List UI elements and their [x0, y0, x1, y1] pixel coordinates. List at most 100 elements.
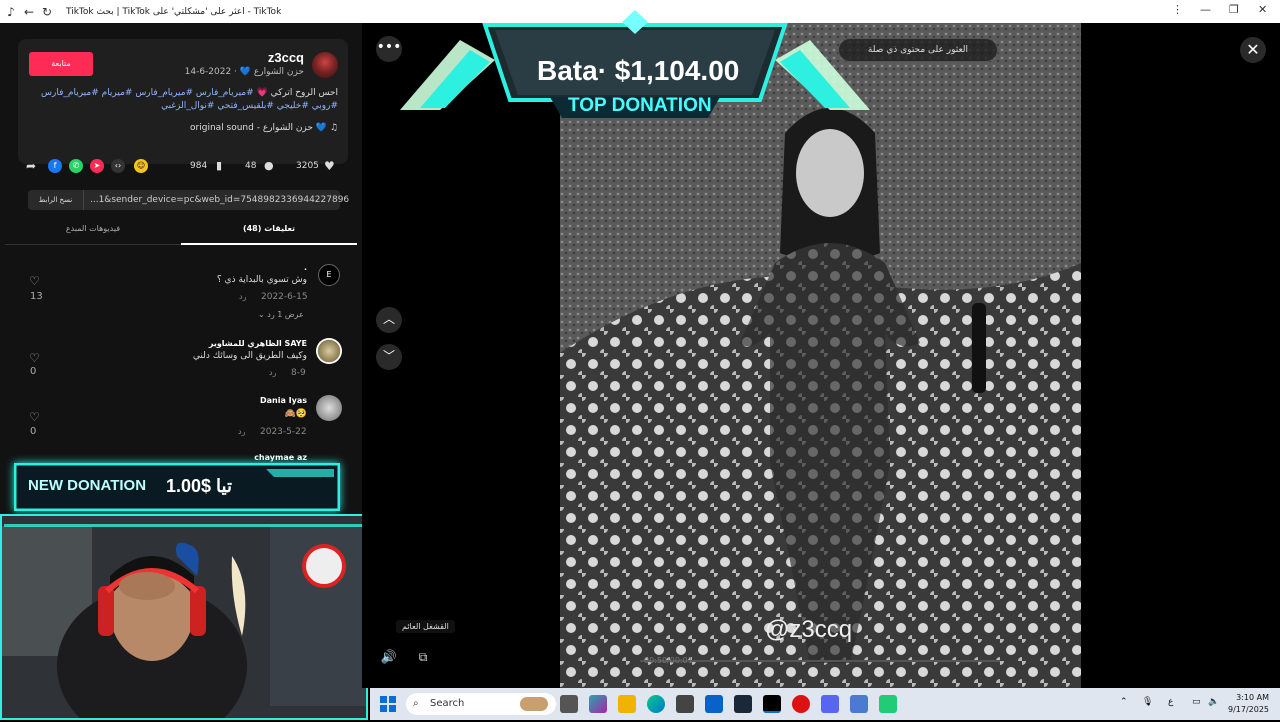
reload-icon[interactable]: ↻ [38, 5, 56, 19]
opera-icon[interactable] [792, 695, 810, 713]
send-icon[interactable]: ➤ [90, 159, 104, 173]
task-view-icon[interactable] [560, 695, 578, 713]
comment-item: Dania Iyas 🙈🥺 2023-5-22 رد ♡ 0 [0, 395, 362, 450]
share-url[interactable]: ...1&sender_device=pc&web_id=75489823369… [90, 190, 349, 210]
author-username[interactable]: z3ccq [268, 50, 304, 65]
new-donation-overlay: NEW DONATION 1.00$ تيا [14, 463, 340, 511]
whatsapp-icon[interactable]: ✆ [69, 159, 83, 173]
tiktok-taskbar-icon[interactable] [763, 695, 781, 713]
minimize-icon[interactable]: — [1200, 3, 1211, 16]
view-replies-label: عرض 1 رد [267, 310, 304, 319]
streamer-webcam [0, 514, 368, 722]
embed-icon[interactable]: ‹› [111, 159, 125, 173]
music-text: original sound - حزن الشوارع 💙 [190, 123, 328, 133]
comment-like-icon[interactable]: ♡ [29, 351, 40, 365]
commenter-avatar[interactable] [316, 395, 342, 421]
video-watermark: @z3ccq [765, 616, 853, 643]
reply-link[interactable]: رد [238, 427, 245, 436]
comment-count: 48 [245, 161, 257, 171]
bookmark-icon[interactable]: ▮ [216, 157, 222, 175]
comment-text: وش تسوي بالبداية ذي ؟ [216, 275, 307, 285]
comment-date: 8-9 [291, 368, 306, 378]
speaker-icon[interactable]: 🔈 [1208, 697, 1219, 707]
taskbar-clock[interactable]: 3:10 AM 9/17/2025 [1228, 692, 1269, 716]
related-content-button[interactable]: العثور على محتوى ذي صلة [838, 38, 998, 62]
microphone-icon[interactable]: 🎙 [1142, 697, 1153, 707]
edge-icon[interactable] [647, 695, 665, 713]
new-donation-amount: 1.00$ تيا [166, 476, 232, 496]
share-arrow-icon[interactable]: ➦ [26, 157, 36, 175]
next-video-icon[interactable]: ﹀ [376, 344, 402, 370]
floating-player-tooltip: القشغل العائم [396, 620, 455, 633]
comment-like-count: 0 [30, 366, 37, 377]
copy-link-button[interactable]: نسخ الرابط [28, 190, 84, 210]
comment-like-icon[interactable]: ♡ [29, 274, 40, 288]
comment-icon[interactable]: ● [264, 157, 274, 175]
save-count: 984 [190, 161, 208, 171]
comment-text: 🙈🥺 [284, 409, 307, 419]
window-close-icon[interactable]: ✕ [1258, 3, 1267, 16]
like-heart-icon[interactable]: ♥ [324, 157, 335, 175]
taskbar-search-label: Search [430, 698, 465, 709]
comment-like-icon[interactable]: ♡ [29, 410, 40, 424]
post-info-card: متابعة z3ccq حزن الشوارع 💙 · 2022-6-14 ا… [18, 39, 348, 164]
more-options-icon[interactable]: ⋮ [1172, 3, 1183, 16]
action-bar: ➦ f ✆ ➤ ‹› ☺ 984 ▮ 48 ● 3205 ♥ [26, 157, 342, 177]
windows-start-icon[interactable] [380, 696, 396, 712]
language-indicator[interactable]: ع [1168, 697, 1173, 707]
comment-username[interactable]: chaymae az [254, 453, 307, 462]
network-icon[interactable]: ▭ [1192, 697, 1201, 707]
top-donation-overlay: Bata· $1,104.00 TOP DONATION [400, 0, 870, 118]
comment-date: 2023-5-22 [260, 427, 307, 437]
copilot-icon[interactable] [589, 695, 607, 713]
like-count: 3205 [296, 161, 319, 171]
shield-icon[interactable] [850, 695, 868, 713]
friends-icon[interactable]: ☺ [134, 159, 148, 173]
new-donation-label: NEW DONATION [28, 477, 147, 494]
comment-date: 2022-6-15 [261, 292, 308, 302]
clock-time: 3:10 AM [1236, 693, 1270, 702]
close-viewer-icon[interactable]: ✕ [1240, 37, 1266, 63]
restore-icon[interactable]: ❐ [1229, 3, 1239, 16]
taskbar-search[interactable]: ⌕ Search [406, 693, 556, 715]
volume-icon[interactable]: 🔊 [378, 650, 400, 672]
file-explorer-icon[interactable] [618, 695, 636, 713]
video-player[interactable]: @z3ccq 00:50/00:01 [560, 23, 1081, 688]
comment-username[interactable]: الظاهري للمشاوير SAYE [209, 339, 307, 348]
discord-icon[interactable] [821, 695, 839, 713]
comment-item: E . وش تسوي بالبداية ذي ؟ 2022-6-15 رد ⌄… [0, 261, 362, 331]
search-highlight-icon [520, 697, 548, 711]
view-replies-link[interactable]: ⌄ عرض 1 رد [258, 310, 304, 319]
comment-like-count: 13 [30, 291, 43, 302]
clock-date: 9/17/2025 [1228, 705, 1270, 714]
tab-creator-videos[interactable]: فيديوهات المبدع [5, 224, 181, 233]
comment-username[interactable]: Dania Iyas [260, 396, 307, 405]
post-description: احس الروح اتركي 💗 #ميريام_فارس #ميريام_ف… [38, 87, 338, 113]
store-icon[interactable] [676, 695, 694, 713]
reply-link[interactable]: رد [269, 368, 276, 377]
commenter-avatar[interactable]: E [318, 264, 340, 286]
author-meta: حزن الشوارع 💙 · 2022-6-14 [184, 67, 304, 77]
facebook-icon[interactable]: f [48, 159, 62, 173]
windows-taskbar: ⌕ Search ⌃ 🎙 ع ▭ 🔈 3:10 AM 9/17/2025 [370, 688, 1280, 720]
music-note-icon: ♫ [329, 123, 338, 133]
chevron-down-icon: ⌄ [258, 310, 265, 319]
steam-icon[interactable] [734, 695, 752, 713]
comment-username[interactable]: . [304, 263, 307, 272]
commenter-avatar[interactable] [316, 338, 342, 364]
author-avatar[interactable] [312, 52, 338, 78]
comment-item: الظاهري للمشاوير SAYE وكيف الطريق الى وس… [0, 336, 362, 391]
tab-comments[interactable]: (48) تعليقات [181, 224, 357, 245]
reply-link[interactable]: رد [239, 292, 246, 301]
description-text: احس الروح اتركي 💗 [256, 88, 338, 98]
outlook-icon[interactable] [705, 695, 723, 713]
app-icon[interactable] [879, 695, 897, 713]
back-icon[interactable]: ← [20, 5, 38, 19]
more-options-icon[interactable]: ••• [376, 36, 402, 62]
floating-player-icon[interactable]: ⧉ [412, 650, 434, 672]
follow-button[interactable]: متابعة [29, 52, 93, 76]
video-timecode: 00:50/00:01 [644, 656, 693, 665]
chevron-up-icon[interactable]: ⌃ [1120, 697, 1128, 707]
music-info[interactable]: original sound - حزن الشوارع 💙 ♫ [190, 123, 338, 133]
previous-video-icon[interactable]: ︿ [376, 307, 402, 333]
